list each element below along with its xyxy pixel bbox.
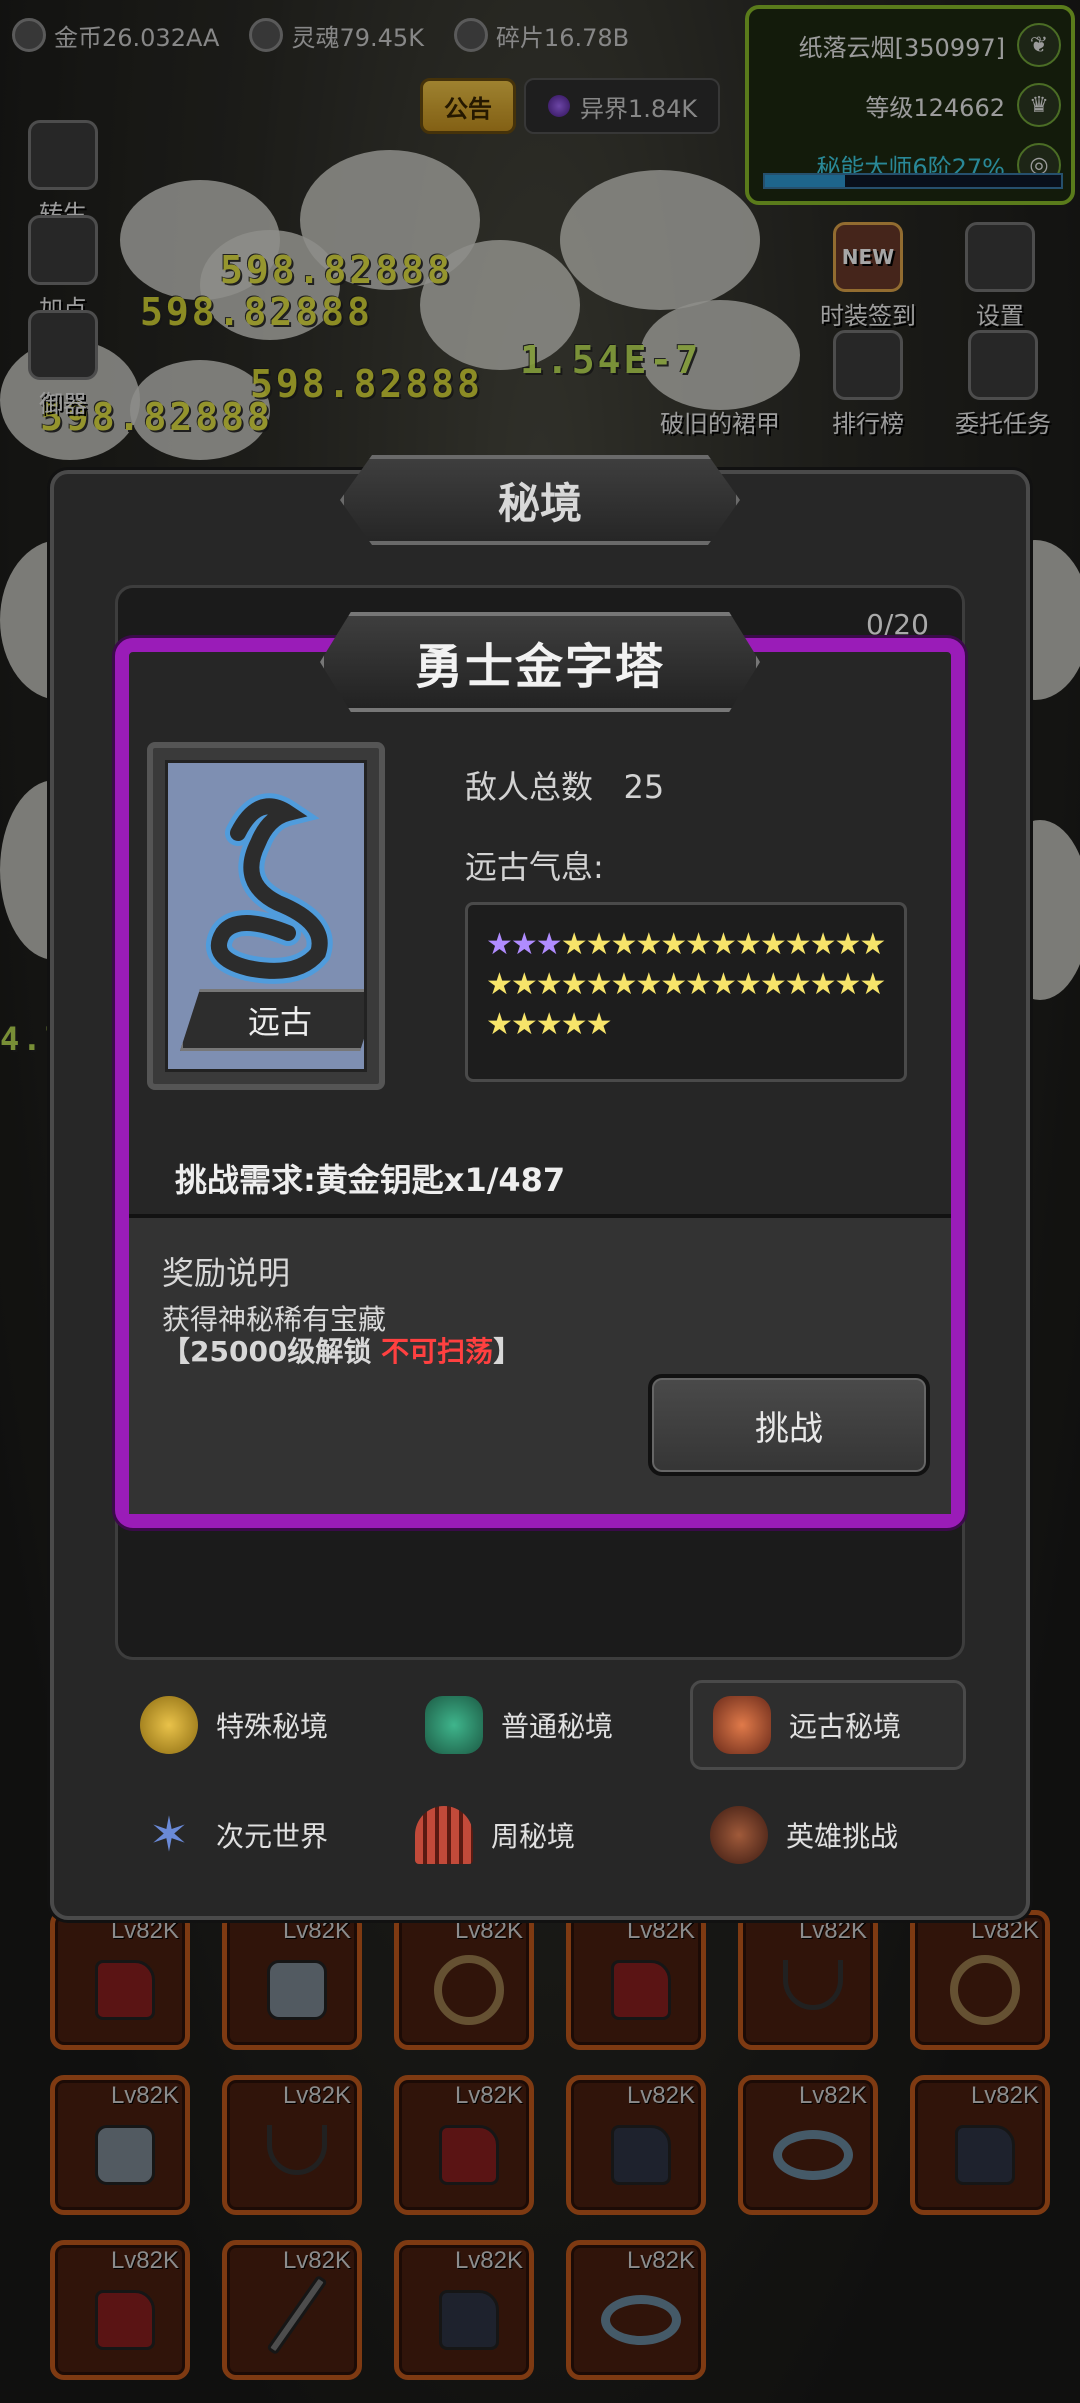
challenge-requirement: 挑战需求:黄金钥匙x1/487 <box>175 1161 566 1199</box>
portrait-frame: 远古 <box>165 760 367 1072</box>
dungeon-portrait: 远古 <box>147 742 385 1090</box>
gold-stars: ★★★★★★★★★★★★★ <box>560 927 887 962</box>
star-row: ★★★★★★★★★★★★★★★★ <box>486 925 886 965</box>
aura-stars: ★★★★★★★★★★★★★★★★ ★★★★★★★★★★★★★★★★ ★★★★★ <box>465 902 907 1082</box>
gem-icon <box>425 1696 483 1754</box>
tab-normal-realm[interactable]: 普通秘境 <box>405 1680 645 1770</box>
tab-dimension-world[interactable]: ✶ 次元世界 <box>120 1790 360 1880</box>
star-w-icon: ✶ <box>148 1807 190 1863</box>
rune-icon <box>713 1696 771 1754</box>
serpent-icon <box>206 793 333 984</box>
attempt-counter: 0/20 <box>866 608 929 641</box>
star-row: ★★★★★ <box>486 1007 612 1042</box>
aura-label: 远古气息: <box>465 848 604 886</box>
no-sweep-text: 不可扫荡 <box>381 1335 494 1368</box>
modal-title: 秘境 <box>340 455 740 545</box>
coin-icon <box>140 1696 198 1754</box>
tab-weekly-realm[interactable]: 周秘境 <box>395 1790 615 1880</box>
demon-mask-icon <box>710 1806 768 1864</box>
tab-special-realm[interactable]: 特殊秘境 <box>120 1680 340 1770</box>
gate-icon <box>415 1806 473 1864</box>
tab-ancient-realm[interactable]: 远古秘境 <box>690 1680 966 1770</box>
challenge-button[interactable]: 挑战 <box>648 1374 930 1476</box>
reward-title: 奖励说明 <box>162 1254 291 1292</box>
dungeon-name: 勇士金字塔 <box>320 612 760 712</box>
enemy-total-value: 25 <box>623 768 665 806</box>
unlock-note: 【25000级解锁 不可扫荡】 <box>162 1335 522 1368</box>
star-row: ★★★★★★★★★★★★★★★★ <box>486 967 886 1002</box>
enemy-total: 敌人总数 25 <box>465 768 665 806</box>
tab-hero-challenge[interactable]: 英雄挑战 <box>690 1790 950 1880</box>
purple-stars: ★★★ <box>486 927 563 962</box>
portrait-tag: 远古 <box>180 989 364 1051</box>
